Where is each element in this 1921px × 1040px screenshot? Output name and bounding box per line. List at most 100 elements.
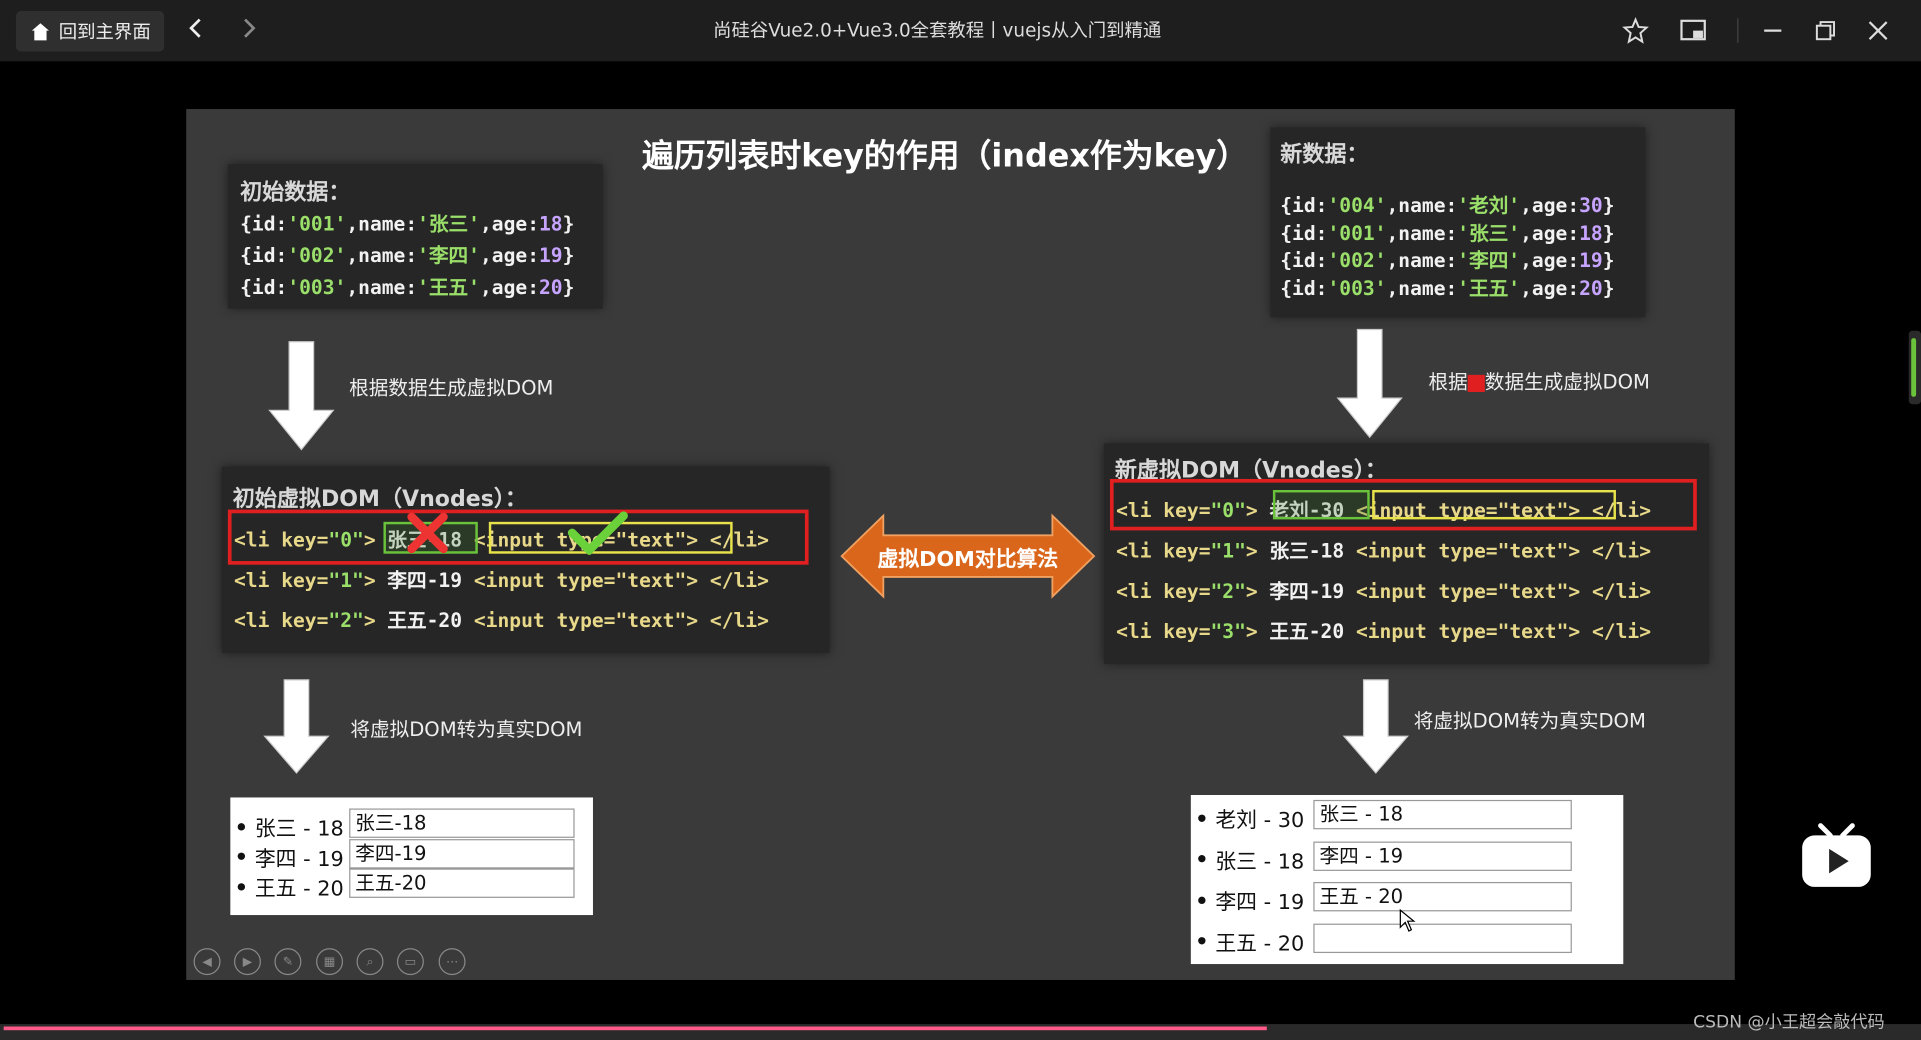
bullet bbox=[1198, 855, 1206, 863]
vnode-row: <li key="2"> 李四-19 <input type="text"> <… bbox=[1116, 575, 1651, 615]
compare-label: 虚拟DOM对比算法 bbox=[877, 547, 1059, 573]
bullet bbox=[237, 822, 246, 830]
restore-button[interactable] bbox=[1810, 15, 1842, 47]
text-input[interactable]: 王五 - 20 bbox=[1313, 881, 1572, 912]
vnode-text: 李四-19 bbox=[1269, 579, 1345, 603]
key-value: "1" bbox=[328, 568, 364, 592]
brace: } bbox=[562, 211, 575, 236]
zoom-button[interactable]: ⌕ bbox=[356, 948, 384, 976]
sep: ,age: bbox=[1520, 276, 1580, 300]
name-value: '老刘' bbox=[1457, 193, 1521, 217]
sep: ,age: bbox=[479, 243, 539, 268]
data-row: {id:'001',name:'张三',age:18} bbox=[1280, 216, 1614, 244]
name-value: '李四' bbox=[1457, 248, 1521, 272]
list-item: 老刘 - 30 bbox=[1198, 802, 1304, 833]
minimize-icon bbox=[1764, 29, 1782, 32]
input-tag: <input type="text"> bbox=[1355, 579, 1581, 603]
text-input[interactable]: 王五-20 bbox=[349, 868, 575, 898]
sep: ,age: bbox=[1520, 193, 1580, 217]
name-value: '李四' bbox=[417, 243, 480, 268]
list-item-label: 李四 - 19 bbox=[1215, 890, 1305, 916]
home-button[interactable]: 回到主界面 bbox=[15, 11, 165, 52]
sep: ,name: bbox=[1386, 193, 1458, 217]
list-item-label: 张三 - 18 bbox=[1215, 849, 1305, 875]
input-tag: <input type="text"> bbox=[1355, 538, 1581, 563]
initial-vdom-title: 初始虚拟DOM（Vnodes）： bbox=[232, 486, 527, 513]
minimize-button[interactable] bbox=[1757, 15, 1789, 47]
more-button[interactable]: ⋯ bbox=[438, 948, 466, 976]
tag-close: > bbox=[1245, 619, 1270, 644]
vnode-text: 王五-20 bbox=[1269, 619, 1345, 644]
text-input[interactable]: 张三 - 18 bbox=[1313, 799, 1572, 830]
text-input[interactable]: 张三-18 bbox=[349, 808, 575, 838]
id-value: '002' bbox=[287, 243, 347, 268]
close-button[interactable] bbox=[1862, 15, 1894, 47]
text-input[interactable] bbox=[1313, 923, 1572, 953]
id-value: '001' bbox=[287, 211, 347, 236]
input-tag: <input type="text"> bbox=[1355, 619, 1581, 644]
list-item: 王五 - 20 bbox=[237, 871, 344, 902]
brace: } bbox=[562, 275, 575, 299]
new-data-panel: 新数据： {id:'004',name:'老刘',age:30} {id:'001… bbox=[1270, 127, 1646, 318]
progress-fill bbox=[3, 1026, 1267, 1031]
pip-button[interactable] bbox=[1677, 15, 1709, 47]
grid-icon: ▦ bbox=[323, 954, 336, 969]
brace: {id: bbox=[240, 211, 288, 236]
data-row: {id:'002',name:'李四',age:19} bbox=[1280, 244, 1614, 272]
vnode-text: 王五-20 bbox=[387, 608, 463, 633]
tag-open: <li key= bbox=[1116, 538, 1211, 563]
sep: ,age: bbox=[479, 275, 539, 299]
pen-button[interactable]: ✎ bbox=[274, 948, 302, 976]
forward-button[interactable] bbox=[233, 15, 265, 47]
id-value: '003' bbox=[287, 275, 347, 299]
app-stage: 回到主界面 尚硅谷Vue2.0+Vue3.0全套教程丨vuejs从入门到精通 遍… bbox=[0, 0, 1921, 1040]
name-value: '王五' bbox=[1457, 276, 1521, 300]
data-row: {id:'004',name:'老刘',age:30} bbox=[1280, 189, 1614, 217]
list-item: 王五 - 20 bbox=[1198, 925, 1304, 956]
label-real-left: 将虚拟DOM转为真实DOM bbox=[350, 717, 583, 742]
tag-open: <li key= bbox=[1116, 619, 1211, 644]
next-slide-button[interactable]: ▶ bbox=[233, 948, 261, 976]
x-mark-icon bbox=[407, 512, 448, 554]
age-value: 19 bbox=[538, 243, 563, 268]
scroll-thumb[interactable] bbox=[1908, 330, 1921, 405]
list-item-label: 李四 - 19 bbox=[254, 847, 344, 872]
restore-icon bbox=[1815, 21, 1835, 41]
chevron-left-icon bbox=[189, 18, 201, 38]
sep: ,age: bbox=[1520, 221, 1580, 245]
back-button[interactable] bbox=[180, 15, 212, 47]
data-row: {id:'003',name:'王五',age:20} bbox=[1280, 271, 1614, 299]
home-button-label: 回到主界面 bbox=[58, 20, 151, 43]
pin-button[interactable] bbox=[1620, 15, 1652, 47]
text-input[interactable]: 李四 - 19 bbox=[1313, 840, 1572, 871]
vnode-row: <li key="2"> 王五-20 <input type="text"> <… bbox=[234, 604, 769, 644]
slide-title: 遍历列表时key的作用（index作为key） bbox=[641, 138, 1249, 176]
age-value: 19 bbox=[1579, 248, 1603, 272]
prev-slide-button[interactable]: ◀ bbox=[193, 948, 221, 976]
key-value: "1" bbox=[1210, 538, 1246, 563]
name-value: '张三' bbox=[1457, 221, 1521, 245]
chevron-right-icon bbox=[244, 18, 256, 38]
slides-grid-button[interactable]: ▦ bbox=[316, 948, 344, 976]
initial-vdom-panel: 初始虚拟DOM（Vnodes）： <li key="0"> 张三-18 <inp… bbox=[221, 466, 830, 653]
list-item-label: 老刘 - 30 bbox=[1215, 808, 1305, 833]
sep: ,age: bbox=[1520, 248, 1580, 272]
green-highlight-new bbox=[1272, 489, 1370, 520]
mouse-cursor-icon bbox=[1399, 908, 1416, 932]
tag-close: > bbox=[1245, 579, 1270, 603]
tag-close: > bbox=[363, 608, 388, 633]
subtitles-button[interactable]: ▭ bbox=[396, 948, 424, 976]
real-dom-left: 张三 - 18 张三-18 李四 - 19 李四-19 王五 - 20 王五-20 bbox=[230, 797, 593, 916]
more-icon: ⋯ bbox=[445, 954, 459, 969]
list-item: 李四 - 19 bbox=[237, 841, 344, 872]
tag-close: > bbox=[363, 568, 388, 592]
text-input[interactable]: 李四-19 bbox=[349, 838, 575, 868]
video-progress-bar[interactable] bbox=[0, 1024, 1921, 1040]
pin-icon bbox=[1622, 17, 1649, 44]
pen-icon: ✎ bbox=[282, 954, 294, 969]
brace: {id: bbox=[1280, 248, 1328, 272]
bullet bbox=[237, 882, 246, 890]
magnifier-icon: ⌕ bbox=[366, 954, 374, 969]
data-row: {id:'001',name:'张三',age:18} bbox=[240, 207, 574, 239]
bilibili-tv-icon[interactable] bbox=[1801, 823, 1872, 889]
